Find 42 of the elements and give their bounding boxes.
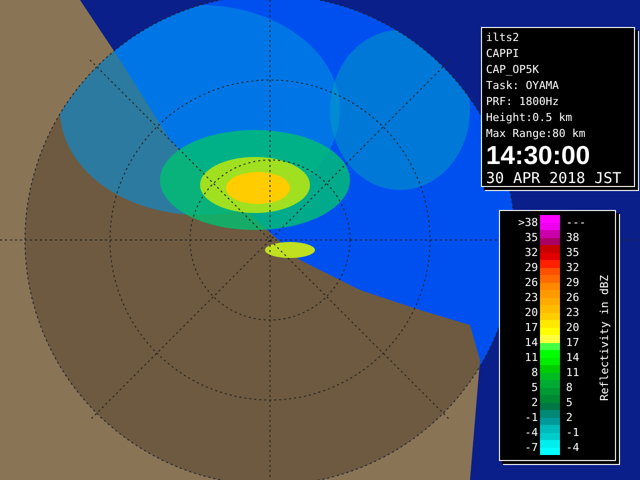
legend-high-value: 8 [565, 380, 574, 395]
legend-high-value: 17 [565, 335, 580, 350]
legend-low-value: 5 [530, 380, 539, 395]
legend-low-value: 8 [530, 365, 539, 380]
legend-high-value: 5 [565, 395, 574, 410]
legend-low-value: >38 [517, 215, 539, 230]
legend-high-value: 11 [565, 365, 580, 380]
legend-high-value: -4 [565, 440, 580, 455]
legend-high-value: 38 [565, 230, 580, 245]
legend-low-value: -4 [524, 425, 539, 440]
legend-low-value: 11 [524, 350, 539, 365]
legend-high-value: 14 [565, 350, 580, 365]
legend-high-value: 2 [565, 410, 574, 425]
legend-high-value: 20 [565, 320, 580, 335]
info-line: PRF: 1800Hz [486, 94, 560, 110]
legend-high-value: 32 [565, 260, 580, 275]
legend-high-value: 35 [565, 245, 580, 260]
date-text: 30 APR 2018 JST [486, 168, 622, 188]
legend-high-value: --- [565, 215, 587, 230]
legend-low-value: -7 [524, 440, 539, 455]
legend-low-value: -1 [524, 410, 539, 425]
legend-title: Reflectivity in dBZ [597, 274, 612, 400]
legend-low-value: 26 [524, 275, 539, 290]
legend-low-value: 29 [524, 260, 539, 275]
legend-low-value: 32 [524, 245, 539, 260]
legend-low-value: 20 [524, 305, 539, 320]
legend-low-value: 14 [524, 335, 539, 350]
time-text: 14:30:00 [486, 142, 592, 168]
legend-high-value: 23 [565, 305, 580, 320]
legend-low-value: 17 [524, 320, 539, 335]
info-line: Task: OYAMA [486, 78, 560, 94]
legend-low-value: 23 [524, 290, 539, 305]
info-line: ilts2 [486, 30, 520, 46]
legend-high-value: 26 [565, 290, 580, 305]
info-line: CAPPI [486, 46, 520, 62]
legend-low-value: 35 [524, 230, 539, 245]
legend-high-value: 29 [565, 275, 580, 290]
info-line: Height:0.5 km [486, 110, 574, 126]
info-line: Max Range:80 km [486, 126, 586, 142]
legend-high-value: -1 [565, 425, 580, 440]
legend-low-value: 2 [530, 395, 539, 410]
info-line: CAP_OP5K [486, 62, 540, 78]
